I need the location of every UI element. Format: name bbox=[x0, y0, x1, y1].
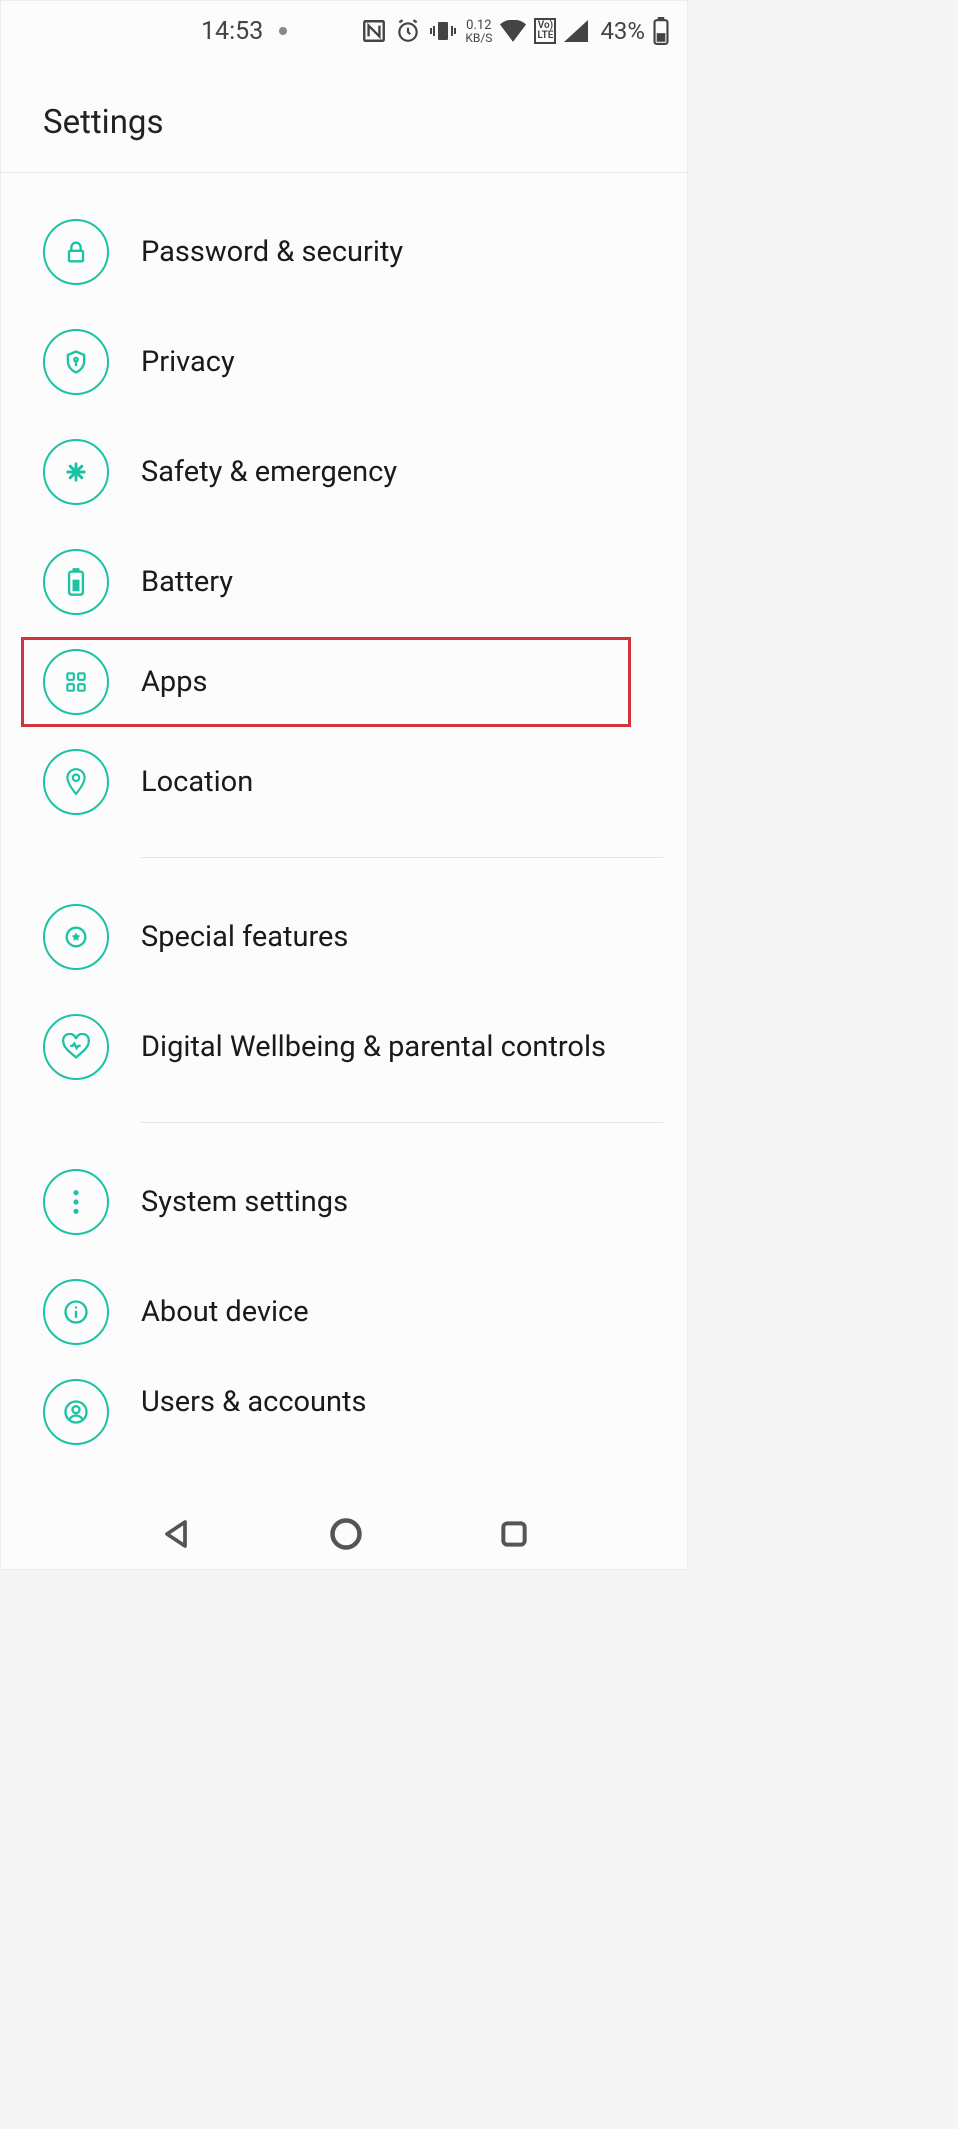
settings-item-label: Safety & emergency bbox=[141, 455, 397, 489]
settings-item-label: Apps bbox=[141, 665, 207, 699]
cellular-signal-icon bbox=[564, 20, 588, 42]
star-circle-icon bbox=[43, 904, 109, 970]
apps-icon bbox=[43, 649, 109, 715]
asterisk-icon bbox=[43, 439, 109, 505]
settings-item-safety-emergency[interactable]: Safety & emergency bbox=[1, 417, 687, 527]
svg-text:↕: ↕ bbox=[519, 33, 524, 42]
lock-icon bbox=[43, 219, 109, 285]
settings-item-label: Location bbox=[141, 765, 253, 799]
status-icons: 0.12 KB/S ↕ Vo) LTE 43% bbox=[361, 17, 669, 45]
back-button[interactable] bbox=[158, 1516, 194, 1552]
section-divider bbox=[141, 857, 663, 858]
settings-item-battery[interactable]: Battery bbox=[1, 527, 687, 637]
page-title: Settings bbox=[43, 103, 687, 142]
settings-item-system-settings[interactable]: System settings bbox=[1, 1147, 687, 1257]
settings-item-password-security[interactable]: Password & security bbox=[1, 197, 687, 307]
settings-item-label: Battery bbox=[141, 565, 233, 599]
settings-screen: 14:53 0.12 KB/S bbox=[0, 0, 688, 1570]
settings-item-privacy[interactable]: Privacy bbox=[1, 307, 687, 417]
user-icon bbox=[43, 1379, 109, 1445]
volte-icon: Vo) LTE bbox=[534, 18, 556, 44]
section-divider bbox=[141, 1122, 663, 1123]
info-icon bbox=[43, 1279, 109, 1345]
settings-item-label: Users & accounts bbox=[141, 1385, 367, 1419]
system-nav-bar bbox=[1, 1499, 687, 1569]
nfc-icon bbox=[361, 18, 387, 44]
settings-item-special-features[interactable]: Special features bbox=[1, 882, 687, 992]
settings-item-label: About device bbox=[141, 1295, 309, 1329]
settings-item-label: System settings bbox=[141, 1185, 348, 1219]
battery-percentage: 43% bbox=[600, 17, 645, 45]
settings-item-label: Special features bbox=[141, 920, 348, 954]
battery-icon bbox=[653, 17, 669, 45]
home-button[interactable] bbox=[328, 1516, 364, 1552]
settings-list[interactable]: Password & security Privacy Safety & emerg… bbox=[1, 173, 687, 1491]
wifi-icon: ↕ bbox=[500, 20, 526, 42]
shield-key-icon bbox=[43, 329, 109, 395]
settings-item-apps[interactable]: Apps bbox=[21, 637, 631, 727]
settings-item-about-device[interactable]: About device bbox=[1, 1257, 687, 1367]
heart-icon bbox=[43, 1014, 109, 1080]
status-bar: 14:53 0.12 KB/S bbox=[1, 1, 687, 61]
pin-icon bbox=[43, 749, 109, 815]
vibrate-icon bbox=[429, 19, 457, 43]
recents-button[interactable] bbox=[498, 1518, 530, 1550]
data-speed-indicator: 0.12 KB/S bbox=[465, 19, 492, 44]
alarm-icon bbox=[395, 18, 421, 44]
dots-icon bbox=[43, 1169, 109, 1235]
battery-icon bbox=[43, 549, 109, 615]
settings-item-label: Privacy bbox=[141, 345, 235, 379]
header: Settings bbox=[1, 61, 687, 173]
settings-item-label: Password & security bbox=[141, 235, 403, 269]
status-time: 14:53 bbox=[201, 17, 263, 46]
settings-item-users-accounts[interactable]: Users & accounts bbox=[1, 1367, 687, 1437]
settings-item-location[interactable]: Location bbox=[1, 727, 687, 837]
settings-item-label: Digital Wellbeing & parental controls bbox=[141, 1030, 606, 1064]
settings-item-digital-wellbeing[interactable]: Digital Wellbeing & parental controls bbox=[1, 992, 687, 1102]
status-separator-dot bbox=[279, 27, 287, 35]
